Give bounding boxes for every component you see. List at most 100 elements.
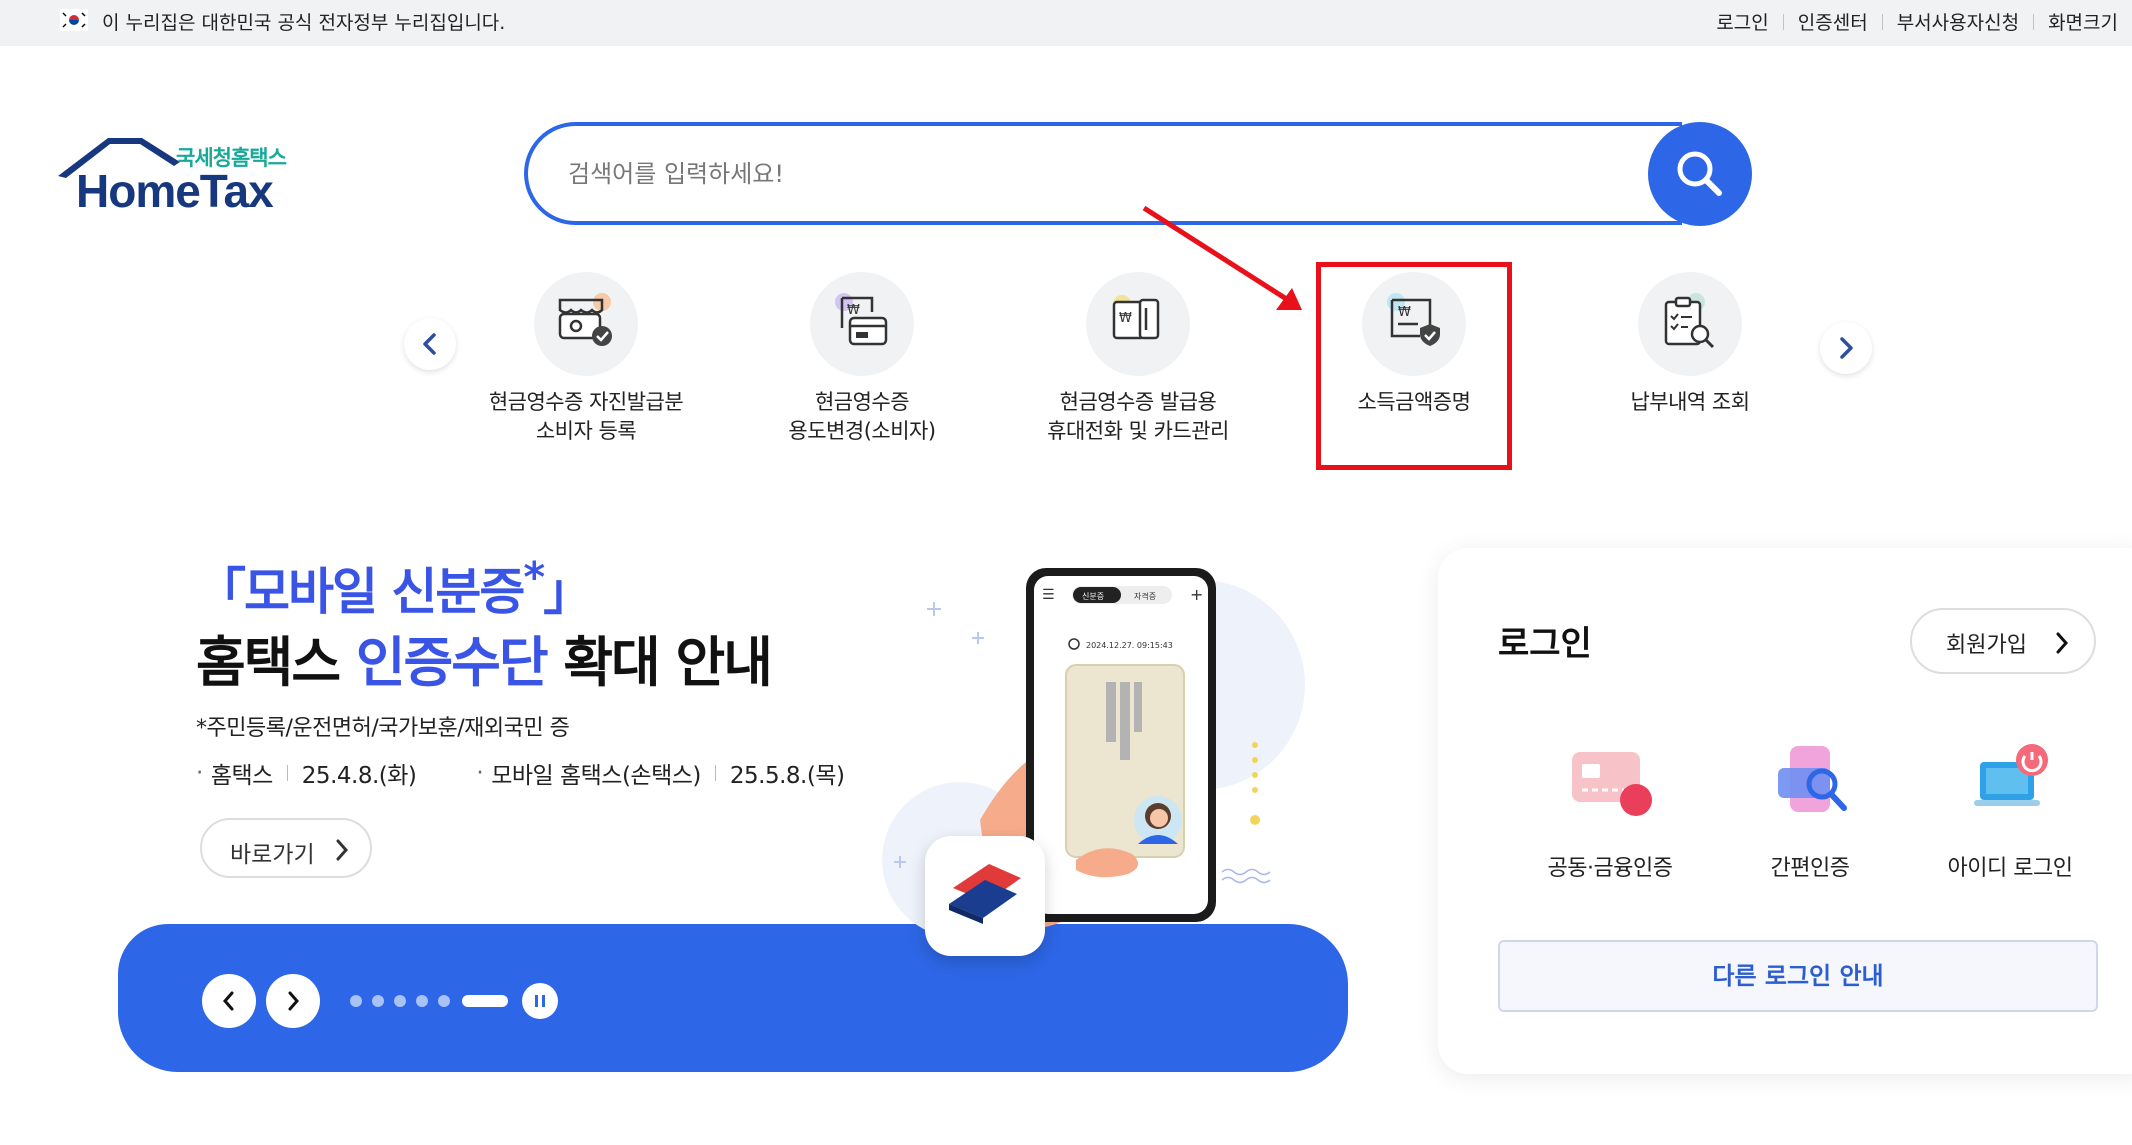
slide-dot[interactable] [372,995,384,1007]
slide-dot[interactable] [394,995,406,1007]
search-input[interactable] [568,152,1618,196]
search-icon [1677,151,1722,196]
banner-title: 「모바일 신분증*」 [196,552,593,624]
chevron-right-icon [2056,632,2069,654]
login-option-certificate[interactable]: 공동·금융인증 [1520,738,1700,882]
quick-menu-item-payment-history[interactable]: 납부내역 조회 [1570,272,1810,417]
chevron-left-icon [423,333,436,355]
slide-dot-active[interactable] [462,995,508,1007]
highlight-box [1316,262,1512,470]
divider [714,765,716,781]
quick-menu-label: 현금영수증 자진발급분 소비자 등록 [466,388,706,446]
phone-time: 2024.12.27. 09:15:43 [1086,641,1173,650]
subtitle-part: 홈택스 [196,631,356,694]
banner-dates: · 홈택스 25.4.8.(화) · 모바일 홈택스(손택스) 25.5.8.(… [196,756,845,790]
subtitle-highlight: 인증수단 [355,631,549,694]
login-option-simple-auth[interactable]: 간편인증 [1720,738,1900,882]
subtitle-part: 확대 안내 [546,631,773,694]
signup-button[interactable]: 회원가입 [1910,608,2096,674]
gov-notice-text: 이 누리집은 대한민국 공식 전자정부 누리집입니다. [102,12,506,34]
pause-icon [542,995,545,1007]
title-bracket: 「 [196,563,246,621]
red-arrow-annotation [1142,205,1302,310]
go-button-label: 바로가기 [230,842,315,868]
simple-auth-icon [1760,738,1860,828]
login-title: 로그인 [1498,624,1592,664]
cash-receipt-register-icon [558,293,612,346]
korean-flag-icon [60,9,88,31]
banner-subtitle: 홈택스 인증수단 확대 안내 [196,618,773,697]
date1-value: 25.4.8.(화) [301,763,417,789]
phone-tab-license: 자격증 [1134,591,1156,601]
banner-note: *주민등록/운전면허/국가보훈/재외국민 증 [196,716,570,741]
label-line1: 현금영수증 [814,390,910,414]
logo-text: HomeTax [76,165,274,217]
bullet: · [476,760,484,786]
bullet: · [196,760,203,786]
quick-menu-icon-circle [1638,272,1742,376]
svg-text:₩: ₩ [847,303,860,318]
id-login-laptop-icon [1960,738,2060,828]
dept-user-apply-link[interactable]: 부서사용자신청 [1883,8,2033,35]
login-option-label: 아이디 로그인 [1947,856,2073,881]
label-line2: 휴대전화 및 카드관리 [1047,419,1229,443]
chevron-right-icon [336,839,349,861]
certificate-card-icon [1560,738,1660,828]
label-line2: 소비자 등록 [535,419,637,443]
svg-text:☰: ☰ [1042,587,1055,603]
quick-menu-label: 현금영수증 용도변경(소비자) [742,388,982,446]
top-login-link[interactable]: 로그인 [1702,8,1782,35]
quick-menu-item-receipt-usage-change[interactable]: ₩ 현금영수증 용도변경(소비자) [742,272,982,446]
title-text: 모바일 신분증 [244,563,525,621]
hometax-app-icon [925,836,1045,956]
slide-dot[interactable] [438,995,450,1007]
banner-prev-button[interactable] [202,974,256,1028]
gov-notice-bar: 이 누리집은 대한민국 공식 전자정부 누리집입니다. 로그인 인증센터 부서사… [0,0,2132,46]
mobile-id-phone-illustration: 신분증 자격증 ☰ + 2024.12.27. 09:15:43 [882,568,1305,938]
title-star: * [523,552,545,602]
chevron-right-icon [1840,337,1853,359]
quick-menu-prev-button[interactable] [404,318,456,370]
date2-label: 모바일 홈택스(손택스) [491,763,701,789]
pause-icon [535,995,538,1007]
signup-button-label: 회원가입 [1946,633,2027,658]
search-bar [524,122,1682,225]
label-line1: 현금영수증 발급용 [1059,390,1217,414]
quick-menu-next-button[interactable] [1820,322,1872,374]
login-option-label: 간편인증 [1770,856,1850,881]
app-logo-icon [949,864,1021,924]
slide-dot[interactable] [350,995,362,1007]
receipt-card-icon: ₩ [835,293,888,346]
quick-menu-icon-circle: ₩ [810,272,914,376]
banner-go-button[interactable]: 바로가기 [200,818,372,878]
divider [286,765,288,781]
label-line1: 납부내역 조회 [1630,390,1750,414]
svg-text:₩: ₩ [1119,311,1132,326]
label-line1: 현금영수증 자진발급분 [488,390,684,414]
phone-tab-id: 신분증 [1082,592,1104,601]
login-option-id-login[interactable]: 아이디 로그인 [1920,738,2100,882]
title-bracket: 」 [543,563,593,621]
chevron-right-icon [288,991,299,1011]
quick-menu-icon-circle [534,272,638,376]
search-button[interactable] [1648,122,1752,226]
screen-size-link[interactable]: 화면크기 [2034,8,2132,35]
gov-links: 로그인 인증센터 부서사용자신청 화면크기 [1702,8,2132,35]
payment-history-search-icon [1664,293,1715,349]
quick-menu-item-cash-receipt-register[interactable]: 현금영수증 자진발급분 소비자 등록 [466,272,706,446]
hometax-logo[interactable]: 국세청홈택스 HomeTax [56,132,306,222]
slide-dot[interactable] [416,995,428,1007]
label-line2: 용도변경(소비자) [788,419,936,443]
login-option-label: 공동·금융인증 [1547,856,1673,881]
chevron-left-icon [223,991,234,1011]
svg-text:+: + [1190,585,1203,604]
other-login-guide-button[interactable]: 다른 로그인 안내 [1498,940,2098,1012]
quick-menu-label: 납부내역 조회 [1570,388,1810,417]
banner-next-button[interactable] [266,974,320,1028]
login-card: 로그인 회원가입 공동·금융인증 간편인증 아이디 로그인 다른 로그인 안내 [1438,548,2132,1074]
date1-label: 홈택스 [210,763,273,789]
cert-center-link[interactable]: 인증센터 [1784,8,1882,35]
banner-pause-button[interactable] [522,983,558,1019]
date2-value: 25.5.8.(목) [729,763,845,789]
quick-menu-label: 현금영수증 발급용 휴대전화 및 카드관리 [1018,388,1258,446]
